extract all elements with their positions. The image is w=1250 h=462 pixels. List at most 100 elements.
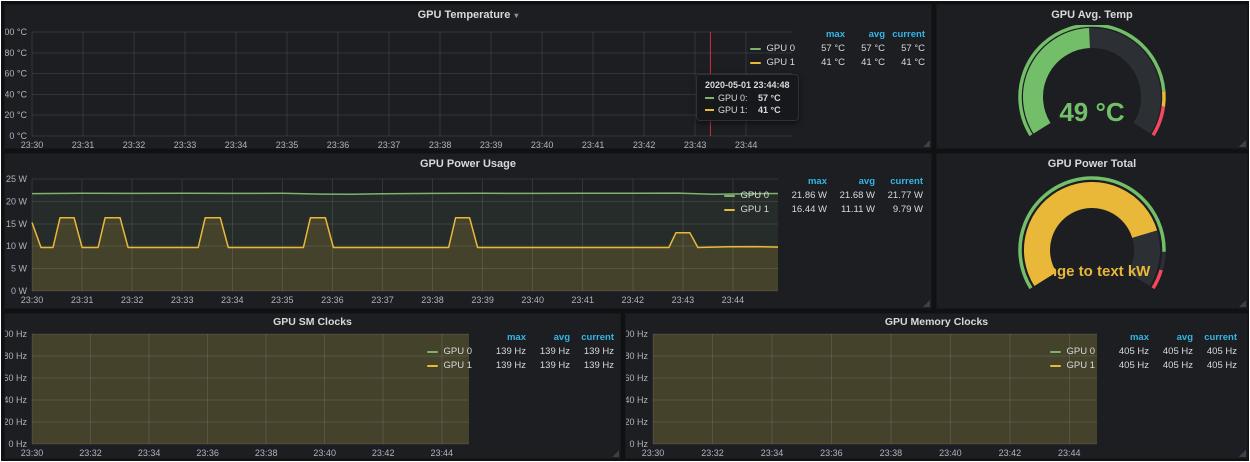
legend-gpu-sm-clocks: maxavgcurrentGPU 0139 Hz139 Hz139 HzGPU … [427, 332, 614, 371]
series-color-swatch-icon [1050, 351, 1061, 353]
x-axis-tick-label: 23:40 [313, 448, 336, 458]
legend-stat-value: 11.11 W [827, 204, 875, 215]
legend-column-header[interactable]: max [805, 29, 845, 40]
x-axis-tick-label: 23:34 [761, 448, 784, 458]
y-axis-tick-label: 60 °C [5, 69, 27, 79]
x-axis-tick-label: 23:38 [421, 295, 444, 305]
panel-title-text: GPU Memory Clocks [885, 316, 988, 328]
tooltip-timestamp: 2020-05-01 23:44:48 [705, 80, 790, 90]
panel-gpu-temperature: GPU Temperature ▾ 0 °C20 °C40 °C60 °C80 … [4, 4, 932, 149]
series-color-swatch-icon [705, 109, 714, 111]
x-axis-tick-label: 23:37 [371, 295, 394, 305]
y-axis-tick-label: 25 W [6, 174, 28, 184]
legend-series-name[interactable]: GPU 1 [724, 204, 779, 215]
tooltip-series-value: 57 °C [758, 93, 781, 103]
x-axis-tick-label: 23:36 [327, 140, 350, 148]
legend-stat-value: 41 °C [885, 57, 925, 68]
legend-series-name[interactable]: GPU 0 [1050, 346, 1105, 357]
legend-stat-value: 405 Hz [1193, 346, 1237, 357]
series-label: GPU 0 [766, 43, 795, 54]
x-axis-tick-label: 23:42 [622, 295, 645, 305]
series-label: GPU 1 [740, 204, 769, 215]
panel-resize-handle[interactable] [1239, 140, 1246, 147]
legend-stat-value: 405 Hz [1149, 346, 1193, 357]
x-axis-tick-label: 23:43 [684, 140, 707, 148]
panel-title-gpu-power-usage[interactable]: GPU Power Usage [5, 154, 931, 174]
legend-series-name[interactable]: GPU 0 [750, 43, 805, 54]
legend-column-header[interactable]: avg [1149, 332, 1193, 343]
y-axis-tick-label: 20 °C [5, 110, 27, 120]
x-axis-tick-label: 23:43 [672, 295, 695, 305]
legend-stat-value: 21.68 W [827, 190, 875, 201]
legend-stat-value: 405 Hz [1193, 360, 1237, 371]
legend-column-header[interactable]: avg [526, 332, 570, 343]
x-axis-tick-label: 23:34 [138, 448, 161, 458]
panel-title-gpu-avg-temp[interactable]: GPU Avg. Temp [937, 5, 1247, 25]
legend-stat-value: 16.44 W [779, 204, 827, 215]
panel-title-gpu-memory-clocks[interactable]: GPU Memory Clocks [626, 314, 1247, 330]
x-axis-tick-label: 23:41 [582, 140, 605, 148]
gauge-gpu-power-total: range to text kW [937, 174, 1247, 308]
legend-series-name[interactable]: GPU 1 [750, 57, 805, 68]
x-axis-tick-label: 23:32 [79, 448, 102, 458]
x-axis-tick-label: 23:44 [1058, 448, 1081, 458]
legend-header-spacer [750, 29, 805, 40]
series-color-swatch-icon [724, 209, 735, 211]
x-axis-tick-label: 23:32 [123, 140, 146, 148]
tooltip-series-name: GPU 0: [718, 93, 748, 103]
legend-column-header[interactable]: current [885, 29, 925, 40]
legend-column-header[interactable]: avg [827, 176, 875, 187]
legend-series-name[interactable]: GPU 1 [427, 360, 482, 371]
x-axis-tick-label: 23:35 [271, 295, 294, 305]
panel-gpu-sm-clocks: GPU SM Clocks 0 Hz20 Hz40 Hz60 Hz80 Hz10… [4, 313, 621, 459]
legend-column-header[interactable]: current [570, 332, 614, 343]
panel-title-gpu-sm-clocks[interactable]: GPU SM Clocks [5, 314, 620, 330]
panel-resize-handle[interactable] [612, 450, 619, 457]
panel-gpu-memory-clocks: GPU Memory Clocks 0 Hz20 Hz40 Hz60 Hz80 … [625, 313, 1248, 459]
legend-stat-value: 9.79 W [875, 204, 923, 215]
legend-series-name[interactable]: GPU 0 [427, 346, 482, 357]
x-axis-tick-label: 23:38 [255, 448, 278, 458]
panel-gpu-avg-temp: GPU Avg. Temp 49 °C [936, 4, 1248, 149]
dashboard: GPU Temperature ▾ 0 °C20 °C40 °C60 °C80 … [1, 1, 1249, 461]
tooltip-series-row: GPU 1:41 °C [705, 105, 790, 115]
x-axis-tick-label: 23:30 [21, 295, 44, 305]
x-axis-tick-label: 23:30 [21, 140, 44, 148]
legend-series-name[interactable]: GPU 1 [1050, 360, 1105, 371]
series-color-swatch-icon [427, 351, 438, 353]
y-axis-tick-label: 5 W [11, 264, 28, 274]
chevron-down-icon[interactable]: ▾ [514, 11, 518, 20]
legend-stat-value: 41 °C [805, 57, 845, 68]
x-axis-tick-label: 23:32 [701, 448, 724, 458]
panel-resize-handle[interactable] [1239, 450, 1246, 457]
legend-column-header[interactable]: max [779, 176, 827, 187]
legend-series-name[interactable]: GPU 0 [724, 190, 779, 201]
panel-resize-handle[interactable] [923, 300, 930, 307]
panel-title-text: GPU Temperature [418, 9, 511, 21]
x-axis-tick-label: 23:31 [71, 295, 94, 305]
legend-column-header[interactable]: current [1193, 332, 1237, 343]
panel-resize-handle[interactable] [923, 140, 930, 147]
series-label: GPU 0 [740, 190, 769, 201]
graph-tooltip: 2020-05-01 23:44:48 GPU 0: 57 °C GPU 1:41 … [696, 74, 799, 121]
legend-column-header[interactable]: max [1105, 332, 1149, 343]
legend-column-header[interactable]: avg [845, 29, 885, 40]
gauge-value-text: 49 °C [1059, 97, 1125, 127]
x-axis-tick-label: 23:42 [633, 140, 656, 148]
x-axis-tick-label: 23:33 [174, 140, 197, 148]
legend-stat-value: 57 °C [845, 43, 885, 54]
series-color-swatch-icon [427, 365, 438, 367]
panel-title-gpu-temperature[interactable]: GPU Temperature ▾ [5, 5, 931, 25]
y-axis-tick-label: 80 Hz [626, 351, 648, 361]
x-axis-tick-label: 23:40 [521, 295, 544, 305]
legend-column-header[interactable]: max [482, 332, 526, 343]
legend-column-header[interactable]: current [875, 176, 923, 187]
series-color-swatch-icon [750, 48, 761, 50]
legend-header-spacer [427, 332, 482, 343]
legend-stat-value: 41 °C [845, 57, 885, 68]
series-label: GPU 1 [766, 57, 795, 68]
x-axis-tick-label: 23:34 [221, 295, 244, 305]
panel-title-gpu-power-total[interactable]: GPU Power Total [937, 154, 1247, 174]
legend-stat-value: 139 Hz [526, 360, 570, 371]
panel-resize-handle[interactable] [1239, 300, 1246, 307]
